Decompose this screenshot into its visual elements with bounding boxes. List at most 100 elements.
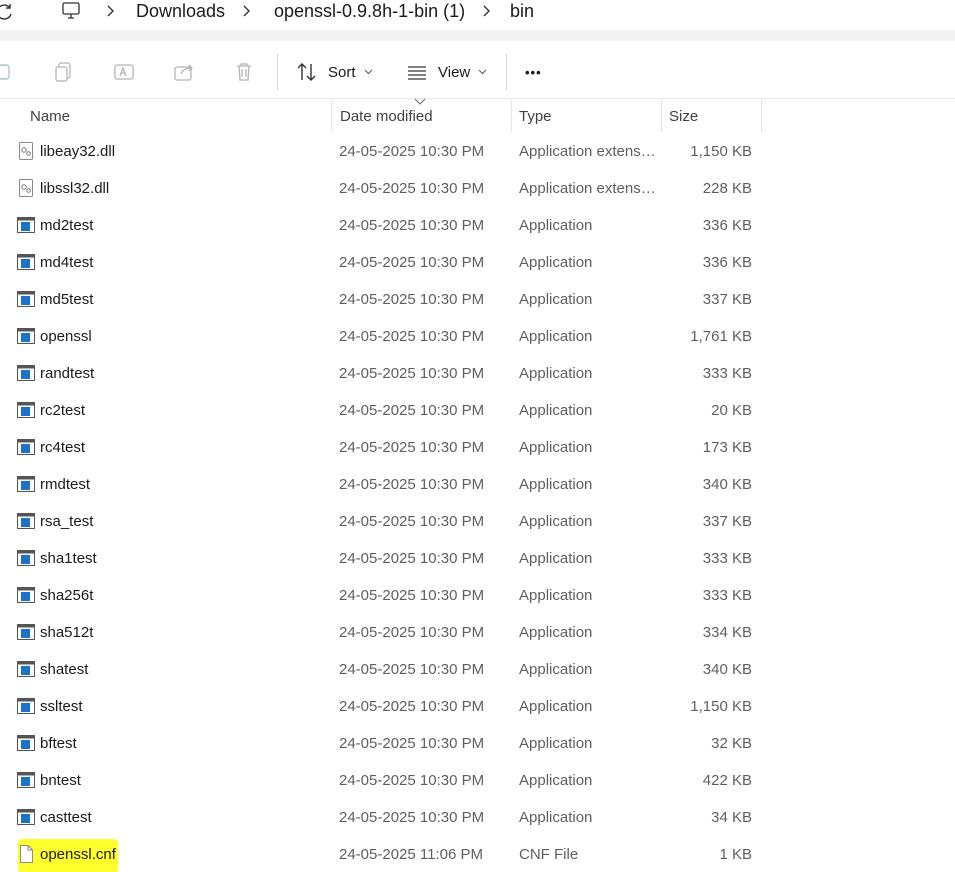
file-size: 1 KB [719,846,752,863]
file-row[interactable]: bntest 24-05-2025 10:30 PM Application 422 … [0,762,955,799]
exe-icon [17,698,35,714]
file-row[interactable]: rc4test 24-05-2025 10:30 PM Application 173… [0,429,955,466]
more-options-button[interactable]: ••• [525,59,542,85]
delete-icon[interactable] [233,61,255,83]
file-date-modified: 24-05-2025 10:30 PM [339,698,485,715]
file-name: shatest [40,661,89,678]
file-row[interactable]: rmdtest 24-05-2025 10:30 PM Application 340… [0,466,955,503]
exe-icon [17,439,35,455]
file-row[interactable]: openssl.cnf 24-05-2025 11:06 PM CNF File 1 … [0,836,955,872]
file-type: Application [519,291,593,308]
chevron-right-icon[interactable] [240,4,252,18]
breadcrumb-openssl-folder[interactable]: openssl-0.9.8h-1-bin (1) [274,1,465,22]
file-row[interactable]: md2test 24-05-2025 10:30 PM Application 336… [0,207,955,244]
view-button[interactable]: View [406,59,487,85]
column-divider[interactable] [331,100,332,132]
exe-icon [17,809,35,825]
exe-icon [17,291,35,307]
sort-label: Sort [328,63,356,81]
file-type: Application [519,254,593,271]
column-header-type[interactable]: Type [519,100,552,132]
column-headers: Name Date modified Type Size [0,98,955,132]
file-row[interactable]: rc2test 24-05-2025 10:30 PM Application 20 … [0,392,955,429]
file-date-modified: 24-05-2025 10:30 PM [339,513,485,530]
file-row[interactable]: shatest 24-05-2025 10:30 PM Application 340… [0,651,955,688]
dll-icon [19,142,33,160]
exe-icon [17,328,35,344]
column-header-date[interactable]: Date modified [340,100,433,132]
exe-icon [17,254,35,270]
chevron-right-icon[interactable] [104,4,116,18]
exe-icon [17,365,35,381]
this-pc-icon[interactable] [60,0,82,22]
file-name: rc2test [40,402,86,419]
file-row[interactable]: bftest 24-05-2025 10:30 PM Application 32 K… [0,725,955,762]
rename-icon[interactable] [113,61,135,83]
file-size: 334 KB [702,624,752,641]
chevron-right-icon[interactable] [480,4,492,18]
file-date-modified: 24-05-2025 10:30 PM [339,180,485,197]
exe-icon [17,772,35,788]
exe-icon [17,402,35,418]
file-date-modified: 24-05-2025 10:30 PM [339,254,485,271]
file-row[interactable]: libssl32.dll 24-05-2025 10:30 PM Applicati… [0,170,955,207]
exe-icon [17,476,35,492]
file-type: Application [519,217,593,234]
file-name: libssl32.dll [40,180,110,197]
file-row[interactable]: md4test 24-05-2025 10:30 PM Application 336… [0,244,955,281]
breadcrumb-downloads[interactable]: Downloads [136,1,225,22]
column-header-name[interactable]: Name [30,100,70,132]
toolbar-divider [0,30,955,41]
file-size: 333 KB [702,550,752,567]
column-header-size[interactable]: Size [669,100,698,132]
cut-icon[interactable] [0,61,14,83]
file-name: rmdtest [40,476,91,493]
file-size: 1,150 KB [690,698,752,715]
file-name: libeay32.dll [40,143,116,160]
file-row[interactable]: openssl 24-05-2025 10:30 PM Application 1,7… [0,318,955,355]
file-date-modified: 24-05-2025 10:30 PM [339,476,485,493]
column-divider[interactable] [761,100,762,132]
file-date-modified: 24-05-2025 10:30 PM [339,809,485,826]
sort-button[interactable]: Sort [296,59,373,85]
file-size: 336 KB [702,217,752,234]
file-row[interactable]: casttest 24-05-2025 10:30 PM Application 34… [0,799,955,836]
column-divider[interactable] [511,100,512,132]
exe-icon [17,587,35,603]
file-type: Application [519,661,593,678]
file-row[interactable]: sha256t 24-05-2025 10:30 PM Application 333… [0,577,955,614]
copy-icon[interactable] [53,61,75,83]
file-size: 20 KB [711,402,752,419]
file-row[interactable]: libeay32.dll 24-05-2025 10:30 PM Applicati… [0,133,955,170]
file-size: 337 KB [702,513,752,530]
file-row[interactable]: rsa_test 24-05-2025 10:30 PM Application 33… [0,503,955,540]
view-label: View [438,63,471,81]
file-size: 333 KB [702,587,752,604]
refresh-icon[interactable] [0,1,16,23]
file-name: openssl [40,328,92,345]
file-row[interactable]: md5test 24-05-2025 10:30 PM Application 337… [0,281,955,318]
share-icon[interactable] [173,61,195,83]
chevron-down-icon [364,69,372,75]
column-divider[interactable] [661,100,662,132]
file-name: bntest [40,772,81,789]
file-type: Application [519,624,593,641]
file-type: Application [519,735,593,752]
file-row[interactable]: ssltest 24-05-2025 10:30 PM Application 1,1… [0,688,955,725]
file-row[interactable]: sha1test 24-05-2025 10:30 PM Application 33… [0,540,955,577]
file-size: 228 KB [702,180,752,197]
file-type: Application [519,476,593,493]
breadcrumb-bin[interactable]: bin [510,1,534,22]
file-type: Application [519,513,593,530]
file-size: 340 KB [702,661,752,678]
file-type: Application [519,587,593,604]
exe-icon [17,550,35,566]
file-name: bftest [40,735,77,752]
file-name: sha256t [40,587,94,604]
dll-icon [19,179,33,197]
file-name: rc4test [40,439,86,456]
file-row[interactable]: randtest 24-05-2025 10:30 PM Application 33… [0,355,955,392]
file-size: 34 KB [711,809,752,826]
file-row[interactable]: sha512t 24-05-2025 10:30 PM Application 334… [0,614,955,651]
file-date-modified: 24-05-2025 10:30 PM [339,291,485,308]
